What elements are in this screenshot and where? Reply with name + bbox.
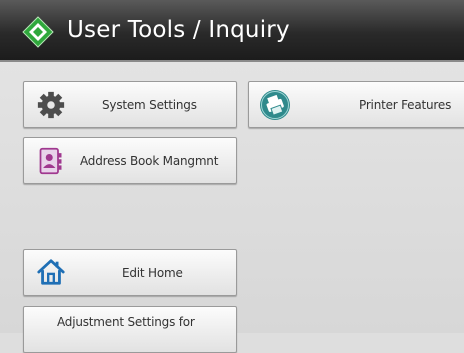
adjustment-settings-button[interactable]: Adjustment Settings for xyxy=(23,306,237,353)
address-book-label: Address Book Mangmnt xyxy=(80,154,219,168)
edit-home-label: Edit Home xyxy=(122,266,183,280)
adjustment-settings-label: Adjustment Settings for xyxy=(57,315,195,329)
printer-features-button[interactable]: Printer Features xyxy=(248,81,464,128)
home-icon xyxy=(37,259,65,285)
system-settings-button[interactable]: System Settings xyxy=(23,81,237,128)
address-book-icon xyxy=(39,147,62,175)
title-bar: User Tools / Inquiry xyxy=(0,0,464,62)
printer-features-label: Printer Features xyxy=(359,98,452,112)
printer-icon xyxy=(260,90,290,120)
address-book-button[interactable]: Address Book Mangmnt xyxy=(23,137,237,184)
page-title: User Tools / Inquiry xyxy=(67,17,290,43)
system-settings-label: System Settings xyxy=(102,98,197,112)
gear-icon xyxy=(37,91,65,119)
edit-home-button[interactable]: Edit Home xyxy=(23,249,237,296)
green-diamond-tools-icon xyxy=(22,16,54,48)
